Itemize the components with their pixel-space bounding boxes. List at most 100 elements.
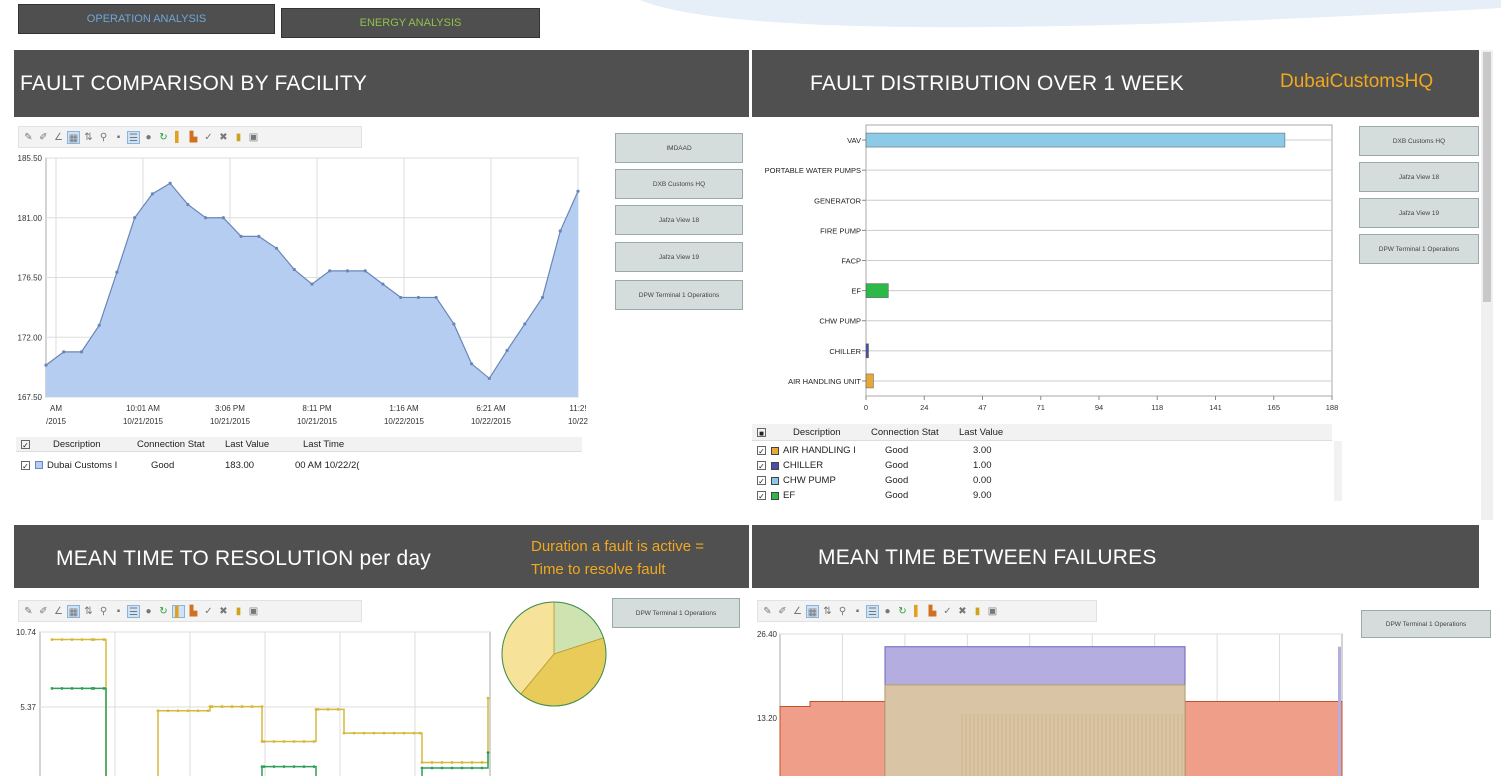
table-row[interactable]: ✓ CHILLER Good 1.00 bbox=[752, 458, 1332, 473]
col-last-value[interactable]: Last Value bbox=[225, 439, 303, 450]
facility-button-dpw-terminal[interactable]: DPW Terminal 1 Operations bbox=[615, 280, 743, 310]
export-icon[interactable]: ▮ bbox=[232, 131, 245, 144]
data-point bbox=[166, 709, 170, 713]
check-icon[interactable]: ✓ bbox=[202, 131, 215, 144]
table-row[interactable]: ✓ CHW PUMP Good 0.00 bbox=[752, 473, 1332, 488]
facility-button-dxb-customs[interactable]: DXB Customs HQ bbox=[1359, 126, 1479, 156]
legend-rows: ✓ AIR HANDLING I Good 3.00 ✓ CHILLER Good 1.00 ✓… bbox=[752, 443, 1332, 503]
marker-icon[interactable]: ▌ bbox=[911, 605, 924, 618]
pen-icon[interactable]: ✎ bbox=[22, 605, 35, 618]
grid-icon[interactable]: ▪ bbox=[851, 605, 864, 618]
facility-button-dpw-terminal[interactable]: DPW Terminal 1 Operations bbox=[612, 598, 740, 628]
refresh-icon[interactable]: ↻ bbox=[157, 605, 170, 618]
select-all-checkbox[interactable]: ✓ bbox=[21, 439, 30, 450]
check-icon[interactable]: ✓ bbox=[941, 605, 954, 618]
chart-icon[interactable]: ▦ bbox=[806, 604, 819, 618]
info-icon[interactable]: ● bbox=[142, 131, 155, 144]
ruler-icon[interactable]: ∠ bbox=[52, 131, 65, 144]
row-checkbox[interactable]: ✓ bbox=[21, 460, 30, 471]
data-point bbox=[150, 192, 154, 196]
refresh-icon[interactable]: ↻ bbox=[157, 131, 170, 144]
zoom-icon[interactable]: ⚲ bbox=[97, 131, 110, 144]
pencil-icon[interactable]: ✐ bbox=[776, 605, 789, 618]
scale-icon[interactable]: ⇅ bbox=[82, 605, 95, 618]
legend-scrollbar[interactable] bbox=[1334, 441, 1342, 501]
grid-icon[interactable]: ▪ bbox=[112, 605, 125, 618]
bar-icon[interactable]: ▙ bbox=[187, 605, 200, 618]
pen-icon[interactable]: ✎ bbox=[761, 605, 774, 618]
save-icon[interactable]: ▣ bbox=[247, 131, 260, 144]
col-last-value[interactable]: Last Value bbox=[959, 427, 1029, 438]
col-last-time[interactable]: Last Time bbox=[303, 439, 383, 450]
info-icon[interactable]: ● bbox=[142, 605, 155, 618]
row-checkbox[interactable]: ✓ bbox=[757, 476, 766, 486]
table-row[interactable]: ✓ Dubai Customs I Good 183.00 00 AM 10/2… bbox=[16, 458, 582, 472]
check-icon[interactable]: ✓ bbox=[202, 605, 215, 618]
data-point bbox=[272, 765, 276, 769]
facility-button-dxb-customs[interactable]: DXB Customs HQ bbox=[615, 169, 743, 199]
facility-button-jafza-19[interactable]: Jafza View 19 bbox=[1359, 198, 1479, 228]
facility-button-dpw-terminal[interactable]: DPW Terminal 1 Operations bbox=[1361, 610, 1491, 638]
col-description[interactable]: Description bbox=[793, 427, 871, 438]
x-tick-label: /2015 bbox=[46, 417, 67, 426]
save-icon[interactable]: ▣ bbox=[247, 605, 260, 618]
marker-icon[interactable]: ▌ bbox=[172, 131, 185, 144]
refresh-icon[interactable]: ↻ bbox=[896, 605, 909, 618]
y-tick-label: 185.50 bbox=[18, 154, 43, 163]
grid-icon[interactable]: ▪ bbox=[112, 131, 125, 144]
table-icon[interactable]: ☰ bbox=[127, 130, 140, 144]
col-connection[interactable]: Connection Stat bbox=[137, 439, 225, 450]
close-icon[interactable]: ✖ bbox=[956, 605, 969, 618]
info-icon[interactable]: ● bbox=[881, 605, 894, 618]
table-icon[interactable]: ☰ bbox=[127, 604, 140, 618]
facility-button-imdaad[interactable]: IMDAAD bbox=[615, 133, 743, 163]
row-checkbox[interactable]: ✓ bbox=[757, 461, 766, 471]
chart-icon[interactable]: ▦ bbox=[67, 604, 80, 618]
row-checkbox[interactable]: ✓ bbox=[757, 491, 766, 501]
select-all-checkbox[interactable]: ■ bbox=[757, 427, 766, 438]
ruler-icon[interactable]: ∠ bbox=[52, 605, 65, 618]
category-label: EF bbox=[851, 287, 861, 296]
table-row[interactable]: ✓ EF Good 9.00 bbox=[752, 488, 1332, 503]
save-icon[interactable]: ▣ bbox=[986, 605, 999, 618]
scroll-thumb[interactable] bbox=[1483, 52, 1491, 302]
category-label: VAV bbox=[847, 136, 861, 145]
data-point bbox=[156, 709, 160, 713]
facility-button-dpw-terminal[interactable]: DPW Terminal 1 Operations bbox=[1359, 234, 1479, 264]
cell: 9.00 bbox=[973, 490, 992, 501]
ruler-icon[interactable]: ∠ bbox=[791, 605, 804, 618]
zoom-icon[interactable]: ⚲ bbox=[836, 605, 849, 618]
bar-icon[interactable]: ▙ bbox=[926, 605, 939, 618]
pencil-icon[interactable]: ✐ bbox=[37, 131, 50, 144]
export-icon[interactable]: ▮ bbox=[971, 605, 984, 618]
tab-energy-analysis[interactable]: ENERGY ANALYSIS bbox=[281, 8, 540, 38]
pencil-icon[interactable]: ✐ bbox=[37, 605, 50, 618]
scale-icon[interactable]: ⇅ bbox=[82, 131, 95, 144]
x-tick-label: 10/21/2015 bbox=[210, 417, 251, 426]
col-connection[interactable]: Connection Stat bbox=[871, 427, 959, 438]
close-icon[interactable]: ✖ bbox=[217, 131, 230, 144]
scale-icon[interactable]: ⇅ bbox=[821, 605, 834, 618]
bar-icon[interactable]: ▙ bbox=[187, 131, 200, 144]
table-icon[interactable]: ☰ bbox=[866, 604, 879, 618]
col-description[interactable]: Description bbox=[53, 439, 137, 450]
export-icon[interactable]: ▮ bbox=[232, 605, 245, 618]
cell: Dubai Customs I bbox=[47, 459, 118, 471]
marker-icon[interactable]: ▌ bbox=[172, 604, 185, 618]
mtbf-header: MEAN TIME BETWEEN FAILURES bbox=[752, 525, 1479, 588]
facility-button-jafza-18[interactable]: Jafza View 18 bbox=[615, 205, 743, 235]
pen-icon[interactable]: ✎ bbox=[22, 131, 35, 144]
row-checkbox[interactable]: ✓ bbox=[757, 446, 766, 456]
table-row[interactable]: ✓ AIR HANDLING I Good 3.00 bbox=[752, 443, 1332, 458]
data-point bbox=[312, 765, 316, 769]
facility-button-jafza-19[interactable]: Jafza View 19 bbox=[615, 242, 743, 272]
close-icon[interactable]: ✖ bbox=[217, 605, 230, 618]
chart-icon[interactable]: ▦ bbox=[67, 130, 80, 144]
zoom-icon[interactable]: ⚲ bbox=[97, 605, 110, 618]
facility-button-jafza-18[interactable]: Jafza View 18 bbox=[1359, 162, 1479, 192]
cell: Good bbox=[885, 460, 909, 471]
y-tick-label: 26.40 bbox=[757, 630, 778, 639]
cell: Good bbox=[885, 445, 909, 456]
data-point bbox=[186, 709, 190, 713]
tab-operation-analysis[interactable]: OPERATION ANALYSIS bbox=[18, 4, 275, 34]
